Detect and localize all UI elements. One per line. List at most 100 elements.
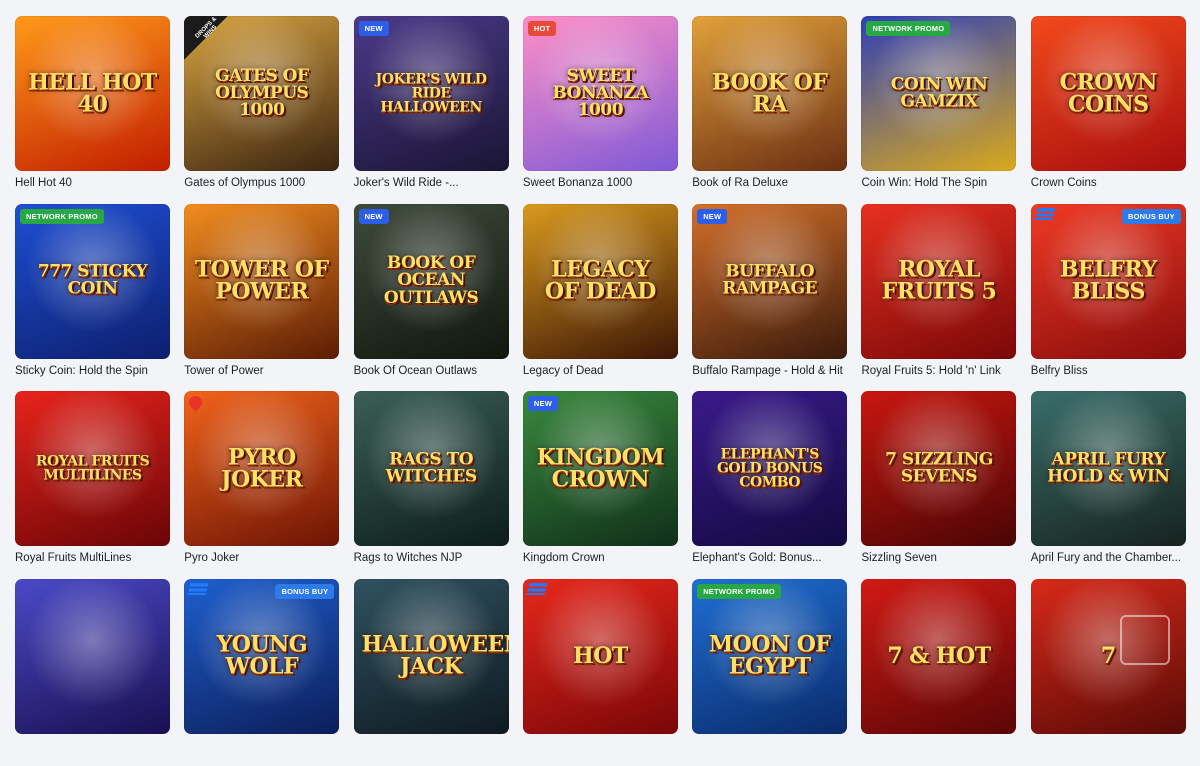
game-thumbnail[interactable]: 7 SIZZLING SEVENS <box>861 391 1016 546</box>
game-card[interactable]: SWEET BONANZA 1000 HOT Sweet Bonanza 1000 <box>523 16 678 204</box>
game-thumbnail[interactable]: ELEPHANT'S GOLD BONUS COMBO <box>692 391 847 546</box>
game-logo-text: MOON OF EGYPT <box>692 634 847 679</box>
game-card[interactable]: BUFFALO RAMPAGENEW Buffalo Rampage - Hold… <box>692 204 847 392</box>
game-thumbnail[interactable]: APRIL FURY HOLD & WIN <box>1031 391 1186 546</box>
game-card[interactable]: ELEPHANT'S GOLD BONUS COMBO Elephant's Go… <box>692 391 847 579</box>
game-card[interactable]: MOON OF EGYPT NETWORK PROMO <box>692 579 847 766</box>
game-card[interactable]: LEGACY OF DEAD Legacy of Dead <box>523 204 678 392</box>
game-logo-text: SWEET BONANZA 1000 <box>523 68 678 120</box>
game-card[interactable]: RAGS TO WITCHES Rags to Witches NJP <box>354 391 509 579</box>
game-title[interactable]: Book Of Ocean Outlaws <box>354 365 509 377</box>
game-card[interactable]: 777 STICKY COIN NETWORK PROMO Sticky Coin:… <box>15 204 170 392</box>
game-logo-text: 777 STICKY COIN <box>15 264 170 299</box>
game-thumbnail[interactable]: KINGDOM CROWNNEW <box>523 391 678 546</box>
game-card[interactable]: TOWER of POWER Tower of Power <box>184 204 339 392</box>
game-card[interactable]: Gates of OLYMPUS 1000DROPS & WINSGates o… <box>184 16 339 204</box>
game-thumbnail[interactable]: BOOK OF OCEAN OUTLAWS NEW <box>354 204 509 359</box>
game-card[interactable]: PYRO JOKER Pyro Joker <box>184 391 339 579</box>
game-thumbnail[interactable]: ROYAL FRUITS 5 <box>861 204 1016 359</box>
badge-new: NEW <box>359 21 389 36</box>
game-title[interactable]: Rags to Witches NJP <box>354 552 509 564</box>
game-thumbnail[interactable]: ROYAL FRUITS MULTILINES <box>15 391 170 546</box>
game-thumbnail[interactable]: 7 & HOT <box>861 579 1016 734</box>
badge-new: NEW <box>359 209 389 224</box>
game-thumbnail[interactable]: JOKER'S WILD RIDE HALLOWEENNEW <box>354 16 509 171</box>
game-card[interactable]: BOOK OF OCEAN OUTLAWS NEW Book Of Ocean Ou… <box>354 204 509 392</box>
game-card[interactable]: 7 <box>1031 579 1186 766</box>
game-thumbnail[interactable]: RAGS TO WITCHES <box>354 391 509 546</box>
game-thumbnail[interactable]: BOOK OF RA <box>692 16 847 171</box>
badge-hot: HOT <box>528 21 556 36</box>
game-thumbnail[interactable]: LEGACY OF DEAD <box>523 204 678 359</box>
game-title[interactable]: Coin Win: Hold The Spin <box>861 177 1016 189</box>
game-card[interactable]: COIN WIN GAMZIXNETWORK PROMO Coin Win: Ho… <box>861 16 1016 204</box>
game-thumbnail[interactable]: PYRO JOKER <box>184 391 339 546</box>
game-card[interactable]: BELFRY BLISSBONUS BUY Belfry Bliss <box>1031 204 1186 392</box>
game-title[interactable]: April Fury and the Chamber... <box>1031 552 1186 564</box>
game-title[interactable]: Gates of Olympus 1000 <box>184 177 339 189</box>
game-card[interactable]: HALLOWEEN JACK <box>354 579 509 766</box>
game-title[interactable]: Crown Coins <box>1031 177 1186 189</box>
game-title[interactable]: Kingdom Crown <box>523 552 678 564</box>
game-card[interactable]: ROYAL FRUITS MULTILINES Royal Fruits Mult… <box>15 391 170 579</box>
game-thumbnail[interactable] <box>15 579 170 734</box>
game-title[interactable]: Joker's Wild Ride -... <box>354 177 509 189</box>
game-logo-text: 7 & HOT <box>861 645 1016 667</box>
game-thumbnail[interactable]: MOON OF EGYPT NETWORK PROMO <box>692 579 847 734</box>
game-card[interactable]: 7 & HOT <box>861 579 1016 766</box>
game-card[interactable]: JOKER'S WILD RIDE HALLOWEENNEW Joker's Wi… <box>354 16 509 204</box>
game-thumbnail[interactable]: COIN WIN GAMZIXNETWORK PROMO <box>861 16 1016 171</box>
game-thumbnail[interactable]: Gates of OLYMPUS 1000 DROPS & WINS <box>184 16 339 171</box>
game-thumbnail[interactable]: HALLOWEEN JACK <box>354 579 509 734</box>
game-thumbnail[interactable]: CROWN COINS <box>1031 16 1186 171</box>
game-card[interactable]: APRIL FURY HOLD & WIN April Fury and the … <box>1031 391 1186 579</box>
game-title[interactable]: Book of Ra Deluxe <box>692 177 847 189</box>
game-title[interactable]: Hell Hot 40 <box>15 177 170 189</box>
game-thumbnail[interactable]: 777 STICKY COIN NETWORK PROMO <box>15 204 170 359</box>
game-logo-text: Gates of OLYMPUS 1000 <box>184 68 339 120</box>
game-title[interactable]: Sizzling Seven <box>861 552 1016 564</box>
game-logo-text: HALLOWEEN JACK <box>354 634 509 679</box>
game-thumbnail[interactable]: YOUNG WOLFBONUS BUY <box>184 579 339 734</box>
game-title[interactable]: Belfry Bliss <box>1031 365 1186 377</box>
game-title[interactable]: Tower of Power <box>184 365 339 377</box>
thumbnail-glow <box>15 579 170 734</box>
game-logo-text: LEGACY OF DEAD <box>523 259 678 304</box>
game-title[interactable]: Sticky Coin: Hold the Spin <box>15 365 170 377</box>
game-title[interactable]: Royal Fruits MultiLines <box>15 552 170 564</box>
game-logo-text: COIN WIN GAMZIX <box>861 76 1016 111</box>
game-card[interactable]: HOT <box>523 579 678 766</box>
game-thumbnail[interactable]: BUFFALO RAMPAGENEW <box>692 204 847 359</box>
game-thumbnail[interactable]: HOT <box>523 579 678 734</box>
game-card[interactable]: 7 SIZZLING SEVENS Sizzling Seven <box>861 391 1016 579</box>
game-card[interactable]: HELL HOT 40 Hell Hot 40 <box>15 16 170 204</box>
badge-promo: NETWORK PROMO <box>20 209 104 224</box>
game-card[interactable]: YOUNG WOLFBONUS BUY <box>184 579 339 766</box>
badge-promo: NETWORK PROMO <box>697 584 781 599</box>
game-logo-text: ROYAL FRUITS MULTILINES <box>15 454 170 483</box>
game-logo-text: BOOK OF RA <box>692 71 847 116</box>
game-card[interactable]: BOOK OF RA Book of Ra Deluxe <box>692 16 847 204</box>
game-title[interactable]: Pyro Joker <box>184 552 339 564</box>
game-logo-text: ROYAL FRUITS 5 <box>861 259 1016 304</box>
ribbon-label: DROPS & WINS <box>191 16 227 48</box>
game-title[interactable]: Buffalo Rampage - Hold & Hit <box>692 365 847 377</box>
game-thumbnail[interactable]: BELFRY BLISSBONUS BUY <box>1031 204 1186 359</box>
game-card[interactable]: CROWN COINS Crown Coins <box>1031 16 1186 204</box>
game-title[interactable]: Elephant's Gold: Bonus... <box>692 552 847 564</box>
game-card[interactable]: ROYAL FRUITS 5 Royal Fruits 5: Hold 'n' L… <box>861 204 1016 392</box>
game-logo-text: BELFRY BLISS <box>1031 259 1186 304</box>
game-card[interactable] <box>15 579 170 766</box>
game-title[interactable]: Sweet Bonanza 1000 <box>523 177 678 189</box>
badge-bonus: BONUS BUY <box>275 584 334 599</box>
game-logo-text: KINGDOM CROWN <box>523 446 678 491</box>
game-thumbnail[interactable]: SWEET BONANZA 1000 HOT <box>523 16 678 171</box>
game-title[interactable]: Royal Fruits 5: Hold 'n' Link <box>861 365 1016 377</box>
game-card[interactable]: KINGDOM CROWNNEW Kingdom Crown <box>523 391 678 579</box>
provider-logo-icon <box>526 583 547 595</box>
game-title[interactable]: Legacy of Dead <box>523 365 678 377</box>
game-logo-text: BOOK OF OCEAN OUTLAWS <box>354 255 509 307</box>
game-thumbnail[interactable]: HELL HOT 40 <box>15 16 170 171</box>
game-thumbnail[interactable]: TOWER of POWER <box>184 204 339 359</box>
game-logo-text: ELEPHANT'S GOLD BONUS COMBO <box>692 447 847 490</box>
